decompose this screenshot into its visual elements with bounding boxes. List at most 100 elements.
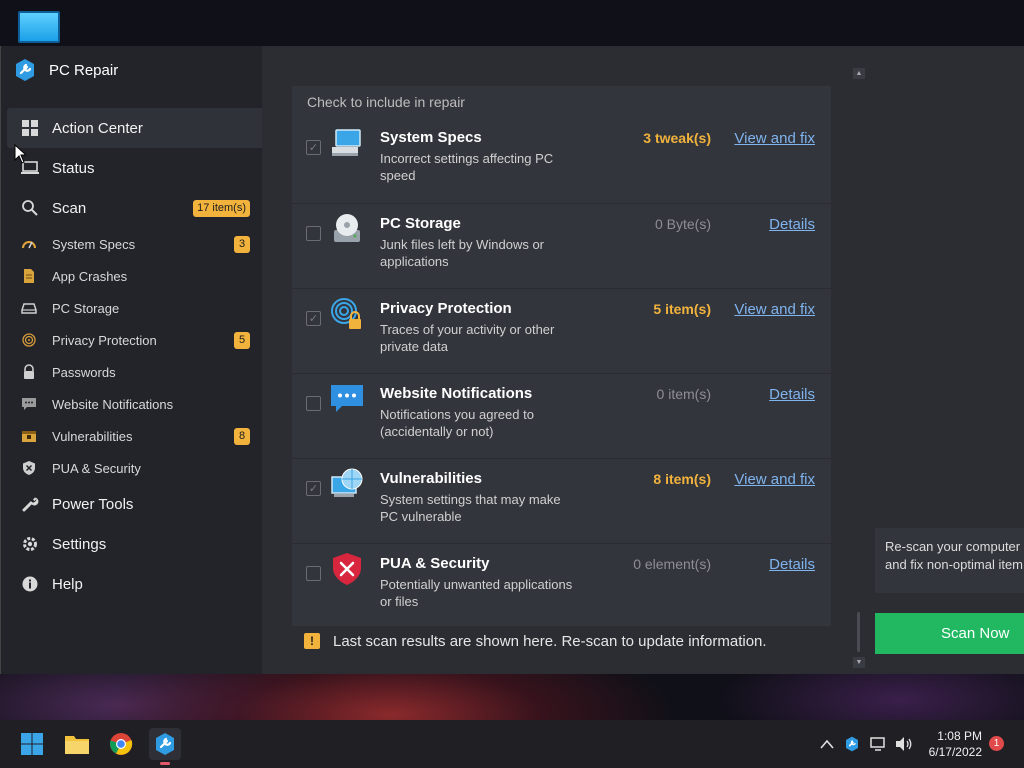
globe-computer-icon [331,468,363,497]
list-header: Check to include in repair [307,94,465,110]
scroll-up-arrow-icon[interactable]: ▲ [853,68,865,79]
document-icon [21,268,37,284]
sidebar-item-system-specs[interactable]: System Specs 3 [7,228,262,260]
item-count: 3 tweak(s) [643,130,711,146]
sidebar-item-status[interactable]: Status [7,148,262,188]
drive-icon [21,300,37,316]
include-checkbox[interactable]: ✓ [306,481,321,496]
sidebar-item-website-notifications[interactable]: Website Notifications [7,388,262,420]
repair-list-panel: Check to include in repair ✓ System Spec… [292,86,831,626]
network-icon[interactable] [870,734,888,754]
rescan-hint: Re-scan your computer and fix non-optima… [875,528,1024,593]
file-explorer-icon[interactable] [61,728,93,760]
details-link[interactable]: Details [769,556,815,573]
windows-start-icon[interactable] [16,728,48,760]
system-specs-badge: 3 [234,235,250,253]
pc-repair-logo-icon [16,59,34,81]
list-item-pc-storage: PC Storage Junk files left by Windows or… [292,203,831,288]
sidebar-item-label: App Crashes [52,268,128,284]
sidebar-item-label: Help [52,575,83,593]
app-brand: PC Repair [13,58,118,82]
scan-now-button[interactable]: Scan Now [875,613,1024,654]
sidebar-item-label: Passwords [52,364,116,380]
view-and-fix-link[interactable]: View and fix [734,130,815,147]
pc-repair-taskbar-icon[interactable] [149,728,181,760]
item-description: Potentially unwanted applications or fil… [380,577,573,609]
include-checkbox[interactable] [306,226,321,241]
list-item-pua-security: PUA & Security Potentially unwanted appl… [292,543,831,628]
sidebar-item-pc-storage[interactable]: PC Storage [7,292,262,324]
sidebar-item-vulnerabilities[interactable]: Vulnerabilities 8 [7,420,262,452]
wrench-icon [21,495,39,513]
app-title: PC Repair [49,61,119,79]
details-link[interactable]: Details [769,216,815,233]
sidebar-item-label: Power Tools [52,495,134,513]
item-count: 0 Byte(s) [654,216,711,232]
gear-icon [21,535,39,553]
item-description: Notifications you agreed to (accidentall… [380,407,534,439]
list-item-system-specs: ✓ System Specs Incorrect settings affect… [292,118,831,203]
item-description: Traces of your activity or other private… [380,322,555,354]
item-title: Website Notifications [380,385,533,402]
view-and-fix-link[interactable]: View and fix [734,471,815,488]
item-title: System Specs [380,129,482,146]
info-icon [21,575,39,593]
item-count: 5 item(s) [653,301,711,317]
item-description: Junk files left by Windows or applicatio… [380,237,545,269]
sidebar-item-passwords[interactable]: Passwords [7,356,262,388]
list-item-privacy-protection: ✓ Privacy Protection Traces of your acti… [292,288,831,373]
sidebar-item-settings[interactable]: Settings [7,524,262,564]
rescan-hint-line-2: and fix non-optimal item [885,557,1024,572]
include-checkbox[interactable]: ✓ [306,311,321,326]
item-title: PC Storage [380,215,461,232]
app-window: PC Repair Action Center Status Scan 17 i… [0,46,1024,674]
privacy-protection-badge: 5 [234,331,250,349]
show-hidden-icons-chevron-up-icon[interactable] [819,734,835,754]
include-checkbox[interactable]: ✓ [306,140,321,155]
sidebar-item-action-center[interactable]: Action Center [7,108,262,148]
sidebar-item-privacy-protection[interactable]: Privacy Protection 5 [7,324,262,356]
warning-icon: ! [304,633,320,649]
include-checkbox[interactable] [306,396,321,411]
mouse-cursor-icon [14,144,26,164]
chrome-browser-icon[interactable] [105,728,137,760]
fingerprint-lock-icon [331,298,361,329]
chat-icon [21,396,37,412]
sidebar-nav: Action Center Status Scan 17 item(s) Sys… [7,108,262,604]
sidebar-item-label: Privacy Protection [52,332,157,348]
fingerprint-icon [21,332,37,348]
note-text: Last scan results are shown here. Re-sca… [333,632,767,650]
scroll-thumb[interactable] [857,612,860,652]
item-description: Incorrect settings affecting PC speed [380,151,554,183]
sidebar-item-label: Website Notifications [52,396,174,412]
speaker-volume-icon[interactable] [894,734,914,754]
sidebar-item-power-tools[interactable]: Power Tools [7,484,262,524]
desktop-monitor-icon[interactable] [18,11,60,43]
scroll-down-arrow-icon[interactable]: ▼ [853,657,865,668]
taskbar-clock[interactable]: 1:08 PM 6/17/2022 [920,728,982,760]
grid-icon [21,119,39,137]
item-count: 0 item(s) [656,386,711,402]
list-item-vulnerabilities: ✓ Vulnerabilities System settings that m… [292,458,831,543]
view-and-fix-link[interactable]: View and fix [734,301,815,318]
active-app-indicator [160,762,170,765]
search-icon [21,199,39,217]
sidebar-item-label: Settings [52,535,107,553]
sidebar-item-pua-security[interactable]: PUA & Security [7,452,262,484]
include-checkbox[interactable] [306,566,321,581]
details-link[interactable]: Details [769,386,815,403]
sidebar-item-app-crashes[interactable]: App Crashes [7,260,262,292]
chat-bubble-icon [331,385,363,412]
pc-repair-tray-icon[interactable] [843,734,861,754]
clock-time: 1:08 PM [937,729,982,743]
item-title: Privacy Protection [380,300,512,317]
item-count: 8 item(s) [653,471,711,487]
notification-count-badge[interactable]: 1 [989,736,1004,751]
rescan-hint-line-1: Re-scan your computer [885,539,1021,554]
sidebar-item-label: Action Center [52,119,143,137]
chest-icon [21,428,37,444]
sidebar-item-help[interactable]: Help [7,564,262,604]
scrollbar[interactable]: ▲ ▼ [852,66,866,670]
sidebar-item-scan[interactable]: Scan 17 item(s) [7,188,262,228]
item-description: System settings that may make PC vulnera… [380,492,561,524]
